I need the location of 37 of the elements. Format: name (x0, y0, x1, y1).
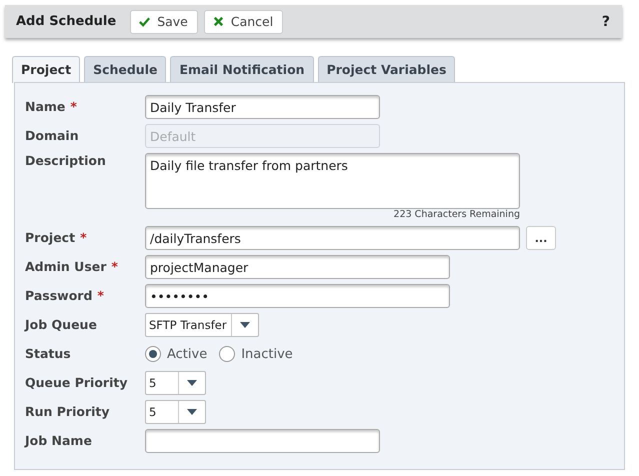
tab[interactable]: Email Notification (170, 56, 314, 82)
text-field[interactable]: /dailyTransfers (145, 226, 520, 250)
text-field[interactable]: projectManager (145, 255, 450, 279)
page-title: Add Schedule (16, 14, 116, 29)
field-label: Domain (25, 127, 80, 145)
caret-icon (187, 380, 197, 386)
field-label: Job Name (25, 432, 93, 450)
field-label: Password * (25, 287, 105, 305)
radio-option[interactable]: Inactive (219, 346, 293, 362)
help-button[interactable]: ? (596, 14, 616, 30)
caret-icon (240, 322, 250, 328)
x-icon (212, 15, 225, 28)
cancel-button[interactable]: Cancel (204, 10, 284, 34)
radio-option[interactable]: Active (145, 346, 208, 362)
checkmark-icon (138, 15, 152, 28)
field-label: Queue Priority (25, 374, 129, 392)
tab[interactable]: Project (12, 56, 80, 83)
caret-icon (187, 409, 197, 415)
field-label: Description (25, 153, 107, 170)
text-field[interactable]: Daily Transfer (145, 95, 380, 119)
dropdown[interactable]: 5 (145, 400, 206, 424)
field-label: Admin User * (25, 258, 119, 276)
tab[interactable]: Project Variables (318, 56, 456, 82)
save-button[interactable]: Save (130, 10, 198, 34)
text-field[interactable]: •••••••• (145, 284, 450, 308)
text-field[interactable] (145, 429, 380, 453)
description-field[interactable]: Daily file transfer from partners (145, 153, 520, 209)
tab[interactable]: Schedule (84, 56, 166, 82)
field-label: Job Queue (25, 316, 98, 334)
field-label: Name * (25, 98, 78, 116)
browse-button[interactable]: ... (526, 226, 556, 250)
character-counter: 223 Characters Remaining (394, 209, 520, 221)
field-label: Status (25, 345, 72, 363)
field-label: Run Priority (25, 403, 111, 421)
dropdown[interactable]: 5 (145, 371, 206, 395)
dropdown[interactable]: SFTP Transfer (145, 313, 259, 337)
field-label: Project * (25, 229, 88, 247)
